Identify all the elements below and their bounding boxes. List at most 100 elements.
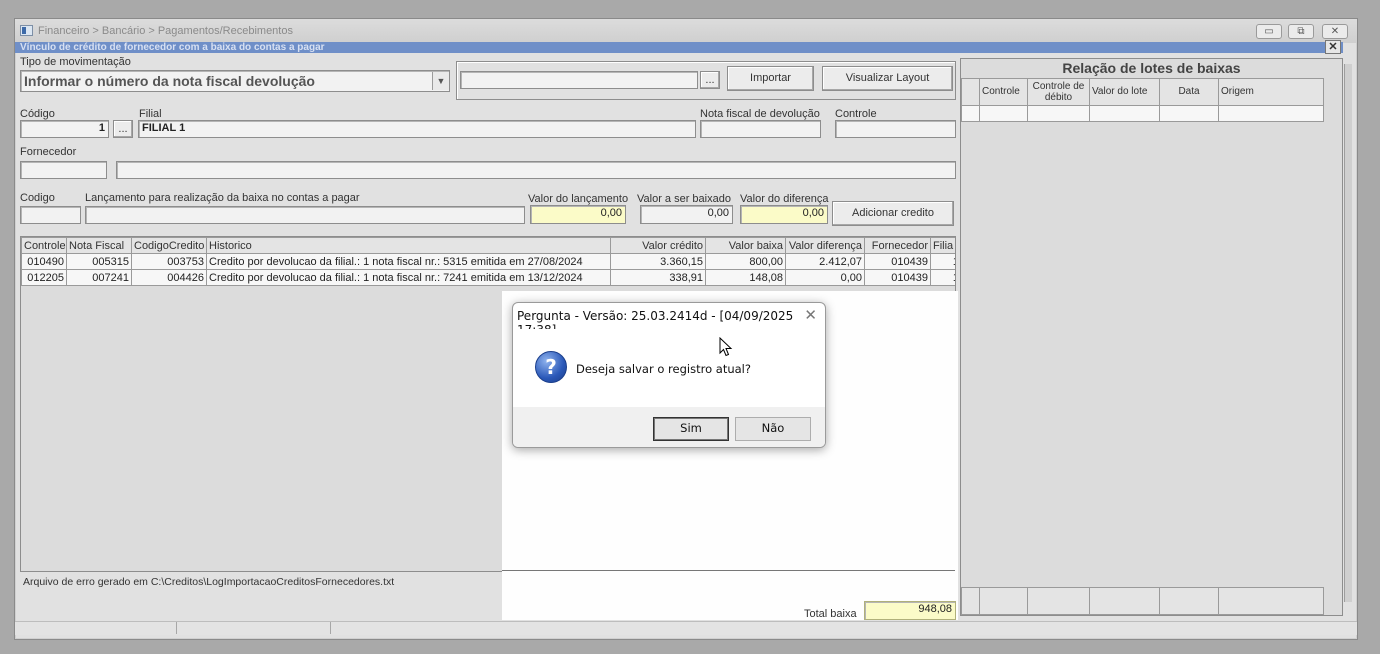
cell-fornecedor: 010439	[864, 253, 931, 270]
codigo2-label: Codigo	[20, 192, 55, 204]
lotes-footer-cell	[961, 587, 980, 615]
codigo2-input[interactable]	[20, 206, 81, 224]
nf-devolucao-label: Nota fiscal de devolução	[700, 108, 820, 120]
dialog-body: ? Deseja salvar o registro atual?	[513, 329, 825, 408]
cell-valor-credito: 338,91	[610, 269, 706, 286]
valor-lancamento-input[interactable]: 0,00	[530, 205, 626, 224]
import-path-input[interactable]	[460, 71, 698, 89]
lotes-cell	[1218, 105, 1324, 122]
controle-input[interactable]	[835, 120, 956, 138]
header-controle[interactable]: Controle	[21, 237, 67, 254]
cell-valor-credito: 3.360,15	[610, 253, 706, 270]
form-subtitle: Vínculo de crédito de fornecedor com a b…	[15, 42, 1343, 53]
fornecedor-code-input[interactable]	[20, 161, 107, 179]
mouse-cursor-icon	[719, 336, 733, 360]
window-title: Financeiro > Bancário > Pagamentos/Receb…	[38, 25, 293, 37]
lotes-grid: Controle Controle de débito Valor do lot…	[961, 78, 1324, 122]
tipo-movimentacao-value: Informar o número da nota fiscal devoluç…	[24, 73, 315, 89]
cell-historico: Credito por devolucao da filial.: 1 nota…	[206, 269, 611, 286]
cell-filial: 1	[930, 253, 955, 270]
divider	[502, 570, 955, 571]
lotes-cell	[1159, 105, 1219, 122]
valor-baixar-input[interactable]: 0,00	[640, 205, 733, 224]
cell-fornecedor: 010439	[864, 269, 931, 286]
sim-button[interactable]: Sim	[653, 417, 729, 441]
header-historico[interactable]: Historico	[206, 237, 611, 254]
filial-input[interactable]: FILIAL 1	[138, 120, 696, 138]
header-nota-fiscal[interactable]: Nota Fiscal	[66, 237, 132, 254]
cell-codigo-credito: 003753	[131, 253, 207, 270]
table-row[interactable]	[961, 105, 1324, 122]
header-fornecedor[interactable]: Fornecedor	[864, 237, 931, 254]
codigo-input[interactable]: 1	[20, 120, 109, 138]
header-valor-credito[interactable]: Valor crédito	[610, 237, 706, 254]
fornecedor-label: Fornecedor	[20, 146, 77, 158]
cell-codigo-credito: 004426	[131, 269, 207, 286]
browse-import-button[interactable]: ...	[700, 71, 720, 89]
importar-button[interactable]: Importar	[727, 66, 814, 91]
form-close-button[interactable]: ✕	[1325, 40, 1341, 54]
codigo-browse-button[interactable]: ...	[113, 120, 133, 138]
valor-diferenca-label: Valor do diferença	[740, 193, 829, 205]
dialog-message: Deseja salvar o registro atual?	[576, 362, 751, 376]
header-valor-diferenca[interactable]: Valor diferença	[785, 237, 865, 254]
lotes-footer-cell	[1027, 587, 1090, 615]
adicionar-credito-button[interactable]: Adicionar credito	[832, 201, 954, 226]
lotes-cell	[1089, 105, 1160, 122]
cell-valor-diferenca: 0,00	[785, 269, 865, 286]
cell-nota-fiscal: 005315	[66, 253, 132, 270]
lotes-header-controle[interactable]: Controle	[979, 78, 1028, 106]
controle-label: Controle	[835, 108, 877, 120]
status-cell	[15, 622, 177, 634]
nao-button[interactable]: Não	[735, 417, 811, 441]
cell-valor-baixa: 148,08	[705, 269, 786, 286]
nf-devolucao-input[interactable]	[700, 120, 821, 138]
cell-controle: 012205	[21, 269, 67, 286]
lotes-header-valor-lote[interactable]: Valor do lote	[1089, 78, 1160, 106]
table-row[interactable]: 010490 005315 003753 Credito por devoluc…	[21, 253, 955, 270]
credits-table-header: Controle Nota Fiscal CodigoCredito Histo…	[21, 237, 955, 254]
cell-valor-baixa: 800,00	[705, 253, 786, 270]
header-filial[interactable]: Filia	[930, 237, 955, 254]
total-baixa-value: 948,08	[864, 601, 956, 620]
cell-controle: 010490	[21, 253, 67, 270]
header-codigo-credito[interactable]: CodigoCredito	[131, 237, 207, 254]
credits-table: Controle Nota Fiscal CodigoCredito Histo…	[21, 237, 955, 286]
lotes-cell	[1027, 105, 1090, 122]
lotes-footer-table	[961, 587, 1324, 615]
lotes-header-controle-debito[interactable]: Controle de débito	[1027, 78, 1090, 106]
lotes-footer-grid	[961, 587, 1324, 615]
cell-nota-fiscal: 007241	[66, 269, 132, 286]
tipo-movimentacao-select[interactable]: Informar o número da nota fiscal devoluç…	[20, 70, 450, 92]
visualizar-layout-button[interactable]: Visualizar Layout	[822, 66, 953, 91]
table-row[interactable]: 012205 007241 004426 Credito por devoluc…	[21, 269, 955, 286]
close-window-button[interactable]: ✕	[1322, 24, 1348, 39]
dialog-close-icon[interactable]: ✕	[804, 306, 817, 324]
confirm-dialog: Pergunta - Versão: 25.03.2414d - [04/09/…	[512, 302, 826, 448]
lotes-header-origem[interactable]: Origem	[1218, 78, 1324, 106]
filial-label: Filial	[139, 108, 162, 120]
tipo-movimentacao-label: Tipo de movimentação	[20, 56, 131, 68]
lotes-footer-cell	[979, 587, 1028, 615]
lotes-footer-cell	[1218, 587, 1324, 615]
lotes-panel-title: Relação de lotes de baixas	[1062, 60, 1241, 76]
lancamento-input[interactable]	[85, 206, 525, 224]
lotes-cell	[979, 105, 1028, 122]
valor-lancamento-label: Valor do lançamento	[528, 193, 629, 205]
lotes-header-indicator	[961, 78, 980, 106]
valor-baixar-label: Valor a ser baixado	[637, 193, 731, 205]
lancamento-label: Lançamento para realização da baixa no c…	[85, 192, 360, 204]
lotes-header-data[interactable]: Data	[1159, 78, 1219, 106]
valor-diferenca-input[interactable]: 0,00	[740, 205, 828, 224]
header-valor-baixa[interactable]: Valor baixa	[705, 237, 786, 254]
restore-button[interactable]: ⧉	[1288, 24, 1314, 39]
lotes-footer-cell	[1089, 587, 1160, 615]
log-file-text: Arquivo de erro gerado em C:\Creditos\Lo…	[23, 576, 395, 588]
minimize-button[interactable]: ▭	[1256, 24, 1282, 39]
app-icon	[20, 25, 33, 36]
cell-historico: Credito por devolucao da filial.: 1 nota…	[206, 253, 611, 270]
scrollbar[interactable]	[1344, 64, 1352, 602]
lotes-cell	[961, 105, 980, 122]
chevron-down-icon[interactable]: ▼	[432, 72, 449, 90]
fornecedor-name-input[interactable]	[116, 161, 956, 179]
